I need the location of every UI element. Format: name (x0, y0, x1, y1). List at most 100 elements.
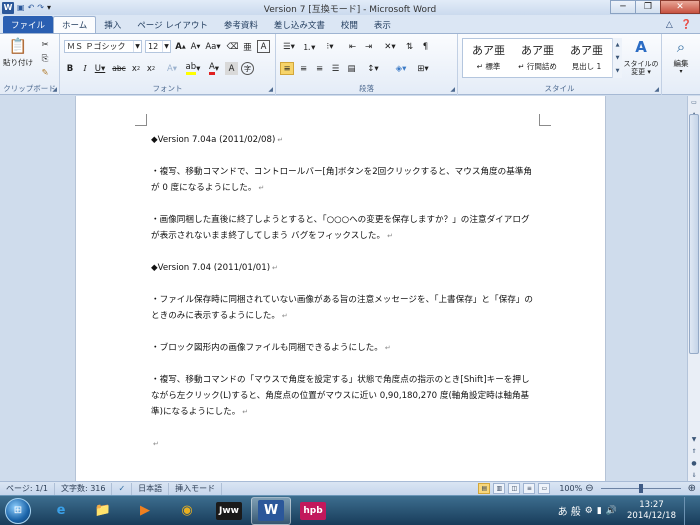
chevron-up-icon[interactable]: ▲ (616, 38, 620, 51)
document-paragraph[interactable] (151, 356, 536, 372)
line-spacing-icon[interactable]: ↕▾ (364, 62, 382, 75)
start-button[interactable]: ⊞ (5, 497, 31, 524)
paste-button[interactable]: 📋 貼り付け (3, 37, 33, 68)
enclose-char-icon[interactable]: 字 (241, 62, 254, 75)
minimize-button[interactable]: ─ (610, 0, 636, 14)
help-icon[interactable]: ❓ (681, 20, 692, 30)
previous-page-icon[interactable]: ⇑ (688, 445, 700, 457)
zoom-slider[interactable] (600, 484, 681, 493)
decrease-indent-icon[interactable]: ⇤ (346, 40, 359, 53)
font-color-icon[interactable]: A ▾ (206, 62, 222, 75)
document-paragraph[interactable]: ・複写、移動コマンドで、コントロールバー[角]ボタンを2回クリックすると、マウス… (151, 164, 536, 196)
jww-icon[interactable]: Jww (209, 497, 249, 525)
tab-file[interactable]: ファイル (3, 16, 54, 33)
document-paragraph[interactable]: ・ファイル保存時に同梱されていない画像がある旨の注意メッセージを、「上書保存」と… (151, 292, 536, 324)
phonetic-guide-icon[interactable]: 亜 (241, 40, 254, 53)
zoom-out-icon[interactable]: ⊖ (585, 483, 593, 494)
align-right-icon[interactable]: ≡ (313, 62, 326, 75)
more-icon[interactable]: ▼ (616, 65, 620, 78)
vertical-scrollbar[interactable]: ▭ ▲ ▼ ⇑ ● ⇓ (687, 96, 700, 481)
network-icon[interactable]: ▮ (597, 506, 602, 516)
scroll-down-icon[interactable]: ▼ (688, 433, 700, 445)
zoom-slider-thumb[interactable] (638, 484, 643, 493)
draft-icon[interactable]: ▭ (538, 483, 551, 494)
close-button[interactable]: ✕ (660, 0, 700, 14)
explorer-icon[interactable]: 📁 (83, 497, 123, 525)
strikethrough-icon[interactable]: abc (111, 62, 127, 75)
web-layout-icon[interactable]: ◫ (508, 483, 521, 494)
borders-icon[interactable]: ⊞▾ (414, 62, 432, 75)
font-launcher-icon[interactable]: ◢ (268, 86, 273, 93)
document-paragraph[interactable]: ・複写、移動コマンドの「マウスで角度を設定する」状態で角度点の指示のとき[Shi… (151, 372, 536, 420)
minimize-ribbon-icon[interactable]: △ (666, 20, 673, 30)
align-left-icon[interactable]: ≡ (280, 62, 294, 75)
proofing-icon[interactable]: ✓ (112, 482, 133, 495)
font-size-combo[interactable]: 12 ▼ (145, 40, 171, 53)
ruler-toggle-icon[interactable]: ▭ (688, 96, 700, 108)
bold-icon[interactable]: B (64, 62, 76, 75)
tab-mailings[interactable]: 差し込み文書 (266, 16, 333, 33)
document-paragraph[interactable] (151, 276, 536, 292)
tab-page-layout[interactable]: ページ レイアウト (129, 16, 216, 33)
style-no-spacing[interactable]: あア亜 ↵ 行間詰め (514, 38, 561, 76)
paragraph-launcher-icon[interactable]: ◢ (450, 86, 455, 93)
chrome-icon[interactable]: ◉ (167, 497, 207, 525)
sort-icon[interactable]: ⇅ (403, 40, 416, 53)
tab-review[interactable]: 校閲 (333, 16, 366, 33)
change-styles-button[interactable]: A スタイルの 変更 ▾ (624, 38, 659, 76)
maximize-button[interactable]: ❐ (635, 0, 661, 14)
ie-icon[interactable]: e (41, 497, 81, 525)
language[interactable]: 日本語 (132, 482, 170, 495)
redo-icon[interactable]: ↷ (37, 3, 44, 12)
change-case-icon[interactable]: Aa▾ (205, 40, 221, 53)
word-taskbar-icon[interactable]: W (251, 496, 291, 525)
char-shading-icon[interactable]: A (225, 62, 238, 75)
clock[interactable]: 13:27 2014/12/18 (627, 500, 676, 522)
subscript-icon[interactable]: x2 (130, 62, 142, 75)
volume-icon[interactable]: 🔊 (606, 506, 617, 516)
media-player-icon[interactable]: ▶ (125, 497, 165, 525)
chevron-down-icon[interactable]: ▼ (616, 51, 620, 64)
document-paragraph[interactable] (151, 196, 536, 212)
document-paragraph[interactable]: ↵ (151, 436, 536, 452)
tab-home[interactable]: ホーム (53, 16, 97, 33)
style-heading-1[interactable]: あア亜 見出し 1 (563, 38, 610, 76)
cut-icon[interactable]: ✂ (38, 38, 52, 51)
document-paragraph[interactable] (151, 324, 536, 340)
zoom-level[interactable]: 100% (559, 484, 582, 493)
document-paragraph[interactable] (151, 420, 536, 436)
align-center-icon[interactable]: ≡ (297, 62, 310, 75)
document-paragraph[interactable]: ◆Version 7.04a (2011/02/08) ↵ (151, 132, 536, 148)
increase-indent-icon[interactable]: ⇥ (362, 40, 375, 53)
document-paragraph[interactable]: ・画像同梱した直後に終了しようとすると、「○○○への変更を保存しますか？」の注意… (151, 212, 536, 244)
ime-indicator[interactable]: あ 般 (558, 503, 581, 518)
zoom-in-icon[interactable]: ⊕ (688, 483, 696, 494)
insert-mode[interactable]: 挿入モード (169, 482, 223, 495)
document-paragraph[interactable]: ・ブロック図形内の画像ファイルも同梱できるようにした。 ↵ (151, 340, 536, 356)
tab-view[interactable]: 表示 (366, 16, 399, 33)
full-screen-reading-icon[interactable]: ▥ (493, 483, 506, 494)
justify-icon[interactable]: ☰ (329, 62, 342, 75)
word-count[interactable]: 文字数: 316 (55, 482, 113, 495)
document-paragraph[interactable] (151, 148, 536, 164)
grow-font-icon[interactable]: A ▲ (174, 40, 187, 53)
shrink-font-icon[interactable]: A ▼ (189, 40, 202, 53)
undo-icon[interactable]: ↶ (28, 3, 35, 12)
style-gallery-scroll[interactable]: ▲ ▼ ▼ (612, 38, 622, 78)
save-icon[interactable]: ▣ (17, 3, 25, 12)
scrollbar-thumb[interactable] (689, 114, 699, 354)
shading-icon[interactable]: ◈▾ (392, 62, 410, 75)
styles-launcher-icon[interactable]: ◢ (654, 86, 659, 93)
document-page[interactable]: ◆Version 7.04a (2011/02/08) ↵ ・複写、移動コマンドで、… (75, 96, 606, 481)
editing-button[interactable]: ⌕ 編集 ▾ (666, 38, 696, 76)
show-desktop-button[interactable] (684, 496, 694, 525)
document-body[interactable]: ◆Version 7.04a (2011/02/08) ↵ ・複写、移動コマンドで、… (151, 132, 536, 452)
tab-insert[interactable]: 挿入 (96, 16, 129, 33)
document-paragraph[interactable]: ◆Version 7.04 (2011/01/01) ↵ (151, 260, 536, 276)
char-scaling-icon[interactable]: ✕▾ (381, 40, 399, 53)
tray-icon[interactable]: ⚙ (585, 506, 593, 516)
format-painter-icon[interactable]: ✎ (38, 66, 52, 79)
clear-format-icon[interactable]: ⌫ (226, 40, 239, 53)
highlight-icon[interactable]: ab ▾ (184, 62, 202, 75)
outline-icon[interactable]: ≡ (523, 483, 536, 494)
